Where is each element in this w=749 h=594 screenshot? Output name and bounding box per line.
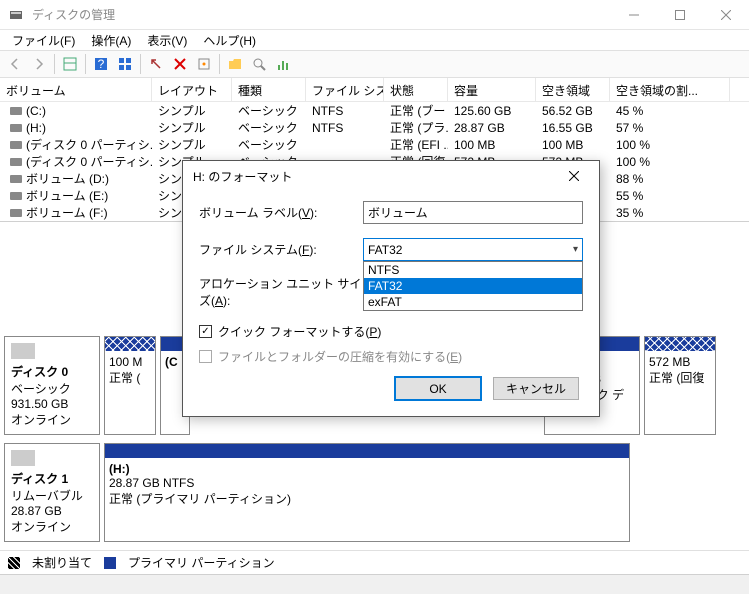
menu-view[interactable]: 表示(V)	[139, 30, 195, 51]
filesystem-dropdown: NTFS FAT32 exFAT	[363, 261, 583, 311]
format-dialog: H: のフォーマット ボリューム ラベル(V): ファイル システム(F): F…	[182, 160, 600, 417]
disk1-map: ディスク 1 リムーバブル 28.87 GB オンライン (H:) 28.87 …	[0, 439, 749, 546]
checkbox-checked-icon: ✓	[199, 325, 212, 338]
volume-label-label: ボリューム ラベル(V):	[199, 204, 363, 221]
legend-primary-swatch	[104, 557, 116, 569]
close-button[interactable]	[703, 0, 749, 30]
disk1-part-h[interactable]: (H:) 28.87 GB NTFS 正常 (プライマリ パーティション)	[104, 443, 630, 542]
back-icon	[4, 53, 26, 75]
col-free[interactable]: 空き領域	[536, 78, 610, 101]
dialog-title: H: のフォーマット	[193, 168, 292, 185]
volume-label-input[interactable]	[363, 201, 583, 224]
compress-checkbox: ファイルとフォルダーの圧縮を有効にする(E)	[199, 348, 583, 365]
action-icon[interactable]	[145, 53, 167, 75]
titlebar: ディスクの管理	[0, 0, 749, 30]
layout-icon[interactable]	[59, 53, 81, 75]
grid-icon[interactable]	[114, 53, 136, 75]
legend-unalloc-swatch	[8, 557, 20, 569]
col-layout[interactable]: レイアウト	[152, 78, 232, 101]
cancel-button[interactable]: キャンセル	[493, 377, 579, 400]
menu-action[interactable]: 操作(A)	[83, 30, 139, 51]
col-fs[interactable]: ファイル システム	[306, 78, 384, 101]
filesystem-combo[interactable]: FAT32 ▾ NTFS FAT32 exFAT	[363, 238, 583, 261]
col-status[interactable]: 状態	[384, 78, 448, 101]
menu-file[interactable]: ファイル(F)	[4, 30, 83, 51]
fs-option-fat32[interactable]: FAT32	[364, 278, 582, 294]
properties-icon[interactable]	[193, 53, 215, 75]
statusbar	[0, 574, 749, 594]
chart-icon[interactable]	[272, 53, 294, 75]
checkbox-unchecked-icon	[199, 350, 212, 363]
delete-icon[interactable]	[169, 53, 191, 75]
disk0-part-recovery[interactable]: 572 MB 正常 (回復	[644, 336, 716, 435]
fs-option-ntfs[interactable]: NTFS	[364, 262, 582, 278]
svg-text:?: ?	[98, 57, 105, 71]
column-headers[interactable]: ボリューム レイアウト 種類 ファイル システム 状態 容量 空き領域 空き領域…	[0, 78, 749, 102]
dialog-close-button[interactable]	[559, 168, 589, 184]
app-icon	[8, 7, 24, 23]
search-icon[interactable]	[248, 53, 270, 75]
minimize-button[interactable]	[611, 0, 657, 30]
disk0-info[interactable]: ディスク 0 ベーシック 931.50 GB オンライン	[4, 336, 100, 435]
forward-icon	[28, 53, 50, 75]
filesystem-label: ファイル システム(F):	[199, 241, 363, 258]
col-capacity[interactable]: 容量	[448, 78, 536, 101]
legend-primary: プライマリ パーティション	[128, 554, 275, 571]
volume-row[interactable]: (H:)シンプルベーシックNTFS正常 (プラ...28.87 GB16.55 …	[0, 119, 749, 136]
volume-row[interactable]: (ディスク 0 パーティシ...シンプルベーシック正常 (EFI ...100 …	[0, 136, 749, 153]
chevron-down-icon: ▾	[573, 244, 578, 255]
quick-format-checkbox[interactable]: ✓ クイック フォーマットする(P)	[199, 323, 583, 340]
filesystem-value: FAT32	[368, 243, 402, 257]
ok-button[interactable]: OK	[395, 377, 481, 400]
volume-row[interactable]: (C:)シンプルベーシックNTFS正常 (ブート...125.60 GB56.5…	[0, 102, 749, 119]
disk1-info[interactable]: ディスク 1 リムーバブル 28.87 GB オンライン	[4, 443, 100, 542]
legend-unalloc: 未割り当て	[32, 554, 92, 571]
disk0-label: ディスク 0	[11, 365, 68, 379]
window-title: ディスクの管理	[32, 6, 611, 23]
toolbar: ?	[0, 50, 749, 78]
allocation-unit-label: アロケーション ユニット サイズ(A):	[199, 275, 363, 309]
menubar: ファイル(F) 操作(A) 表示(V) ヘルプ(H)	[0, 30, 749, 50]
legend: 未割り当て プライマリ パーティション	[0, 550, 749, 574]
disk1-label: ディスク 1	[11, 472, 68, 486]
fs-option-exfat[interactable]: exFAT	[364, 294, 582, 310]
dialog-titlebar: H: のフォーマット	[183, 161, 599, 191]
maximize-button[interactable]	[657, 0, 703, 30]
disk-icon	[11, 450, 35, 466]
menu-help[interactable]: ヘルプ(H)	[195, 30, 264, 51]
disk-icon	[11, 343, 35, 359]
help-icon[interactable]: ?	[90, 53, 112, 75]
disk0-part1[interactable]: 100 M 正常 (	[104, 336, 156, 435]
folder-icon[interactable]	[224, 53, 246, 75]
col-type[interactable]: 種類	[232, 78, 306, 101]
col-freepct[interactable]: 空き領域の割...	[610, 78, 730, 101]
col-volume[interactable]: ボリューム	[0, 78, 152, 101]
